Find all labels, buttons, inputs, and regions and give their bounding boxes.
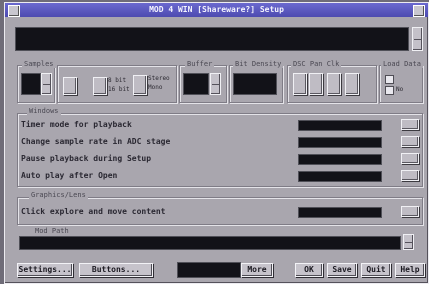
load-data-checkbox-b[interactable]	[385, 86, 394, 95]
mod-path-field[interactable]	[19, 236, 401, 250]
option-toggle-autoplay[interactable]	[401, 170, 419, 181]
settings-button[interactable]: Settings...	[17, 263, 73, 277]
buttons-button[interactable]: Buttons...	[79, 263, 153, 277]
load-data-option: No	[396, 86, 404, 93]
option-toggle-timer[interactable]	[401, 119, 419, 130]
bit-density-field[interactable]	[233, 73, 277, 95]
bit-density-label: Bit Density	[233, 60, 284, 68]
load-data-checkbox-a[interactable]	[385, 75, 394, 84]
maximize-icon[interactable]	[413, 5, 425, 17]
option-label-autoplay: Auto play after Open	[21, 171, 118, 180]
dsc-toggle[interactable]	[293, 73, 307, 95]
status-display	[177, 262, 241, 278]
playback-options-label: Windows	[27, 107, 61, 115]
clk-toggle[interactable]	[345, 73, 359, 95]
help-button[interactable]: Help	[395, 263, 425, 277]
mod-path-label: Mod Path	[33, 227, 71, 235]
window-title: MOD 4 WIN [Shareware?] Setup	[149, 5, 284, 14]
option-field-click-explore[interactable]	[298, 207, 382, 218]
option-field-pause[interactable]	[298, 154, 382, 165]
option-toggle-sample-rate[interactable]	[401, 136, 419, 147]
title-bar: MOD 4 WIN [Shareware?] Setup	[5, 3, 428, 17]
option-field-autoplay[interactable]	[298, 171, 382, 182]
quit-button[interactable]: Quit	[361, 263, 391, 277]
load-data-group	[379, 65, 423, 103]
mod-path-spinner[interactable]	[403, 234, 414, 250]
buffer-label: Buffer	[185, 60, 215, 68]
save-button[interactable]: Save	[327, 263, 357, 277]
channel-toggle[interactable]	[133, 75, 147, 95]
option-field-sample-rate[interactable]	[298, 137, 382, 148]
option-field-timer[interactable]	[298, 120, 382, 131]
output-toggle-b[interactable]	[93, 77, 107, 95]
ok-button[interactable]: OK	[295, 263, 323, 277]
bit-option-a: 8 bit	[108, 77, 127, 84]
module-name-field[interactable]	[15, 27, 409, 51]
module-spinner[interactable]	[412, 27, 423, 51]
load-data-label: Load Data	[381, 60, 423, 68]
pan-toggle-b[interactable]	[327, 73, 341, 95]
sample-rate-spinner[interactable]	[41, 73, 52, 95]
sample-rate-field[interactable]	[21, 73, 41, 95]
bit-option-b: 16 bit	[108, 86, 130, 93]
sample-rate-label: Samples	[22, 60, 56, 68]
output-toggle-a[interactable]	[63, 77, 77, 95]
system-menu-icon[interactable]	[8, 5, 20, 17]
pan-toggle-a[interactable]	[309, 73, 323, 95]
buffer-spinner[interactable]	[210, 73, 221, 95]
option-label-pause: Pause playback during Setup	[21, 154, 152, 163]
channel-option-b: Mono	[148, 84, 163, 91]
buffer-field[interactable]	[183, 73, 209, 95]
option-label-sample-rate: Change sample rate in ADC stage	[21, 137, 171, 146]
option-label-click-explore: Click explore and move content	[21, 207, 166, 216]
setup-window: MOD 4 WIN [Shareware?] Setup Samples 8 b…	[4, 2, 429, 284]
option-label-timer: Timer mode for playback	[21, 120, 132, 129]
channel-option-a: Stereo	[148, 75, 170, 82]
option-toggle-pause[interactable]	[401, 153, 419, 164]
more-button[interactable]: More	[241, 263, 273, 277]
option-toggle-click-explore[interactable]	[401, 206, 419, 217]
channel-flags-label: DSC Pan Clk	[291, 60, 342, 68]
graphics-label: Graphics/Lens	[29, 191, 88, 199]
